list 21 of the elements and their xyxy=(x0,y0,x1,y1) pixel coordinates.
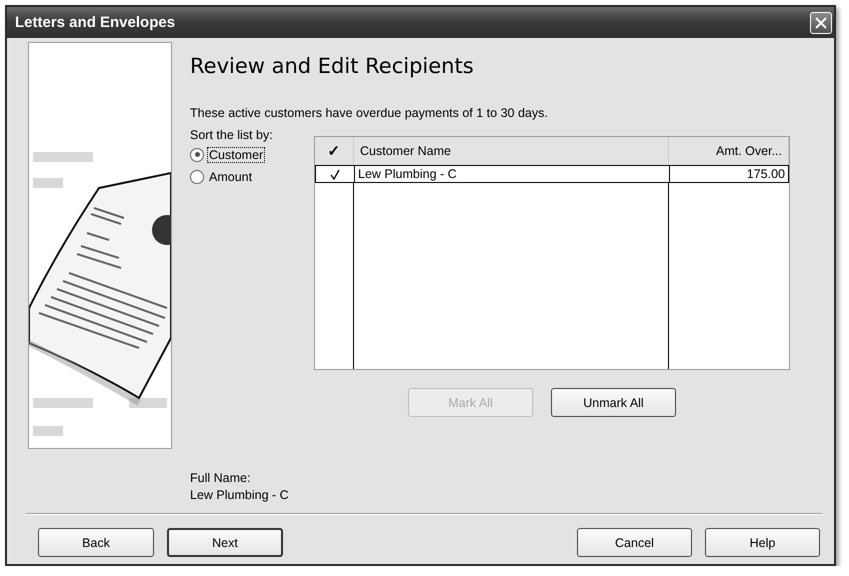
sort-radio[interactable]: Customer xyxy=(190,145,308,164)
column-header[interactable]: Amt. Over... xyxy=(669,137,789,165)
table-cell: 175.00 xyxy=(746,167,785,181)
description-text: These active customers have overdue payments of 1 to 30 days. xyxy=(190,106,549,120)
sort-radio[interactable]: Amount xyxy=(190,167,308,186)
full-name-value: Lew Plumbing - C xyxy=(190,487,290,504)
column-header[interactable]: ✓ xyxy=(315,137,354,165)
nav-button[interactable]: Next xyxy=(167,528,283,557)
page-heading: Review and Edit Recipients xyxy=(190,54,475,78)
action-button[interactable]: Cancel xyxy=(577,528,692,557)
action-button[interactable]: Help xyxy=(705,528,820,557)
close-icon xyxy=(815,16,827,28)
column-header[interactable]: Customer Name xyxy=(354,137,669,165)
full-name-label: Full Name: xyxy=(190,470,252,487)
nav-button[interactable]: Back xyxy=(38,528,154,557)
window-title: Letters and Envelopes xyxy=(15,14,176,31)
mark-button[interactable]: Unmark All xyxy=(551,388,676,417)
table-cell: Lew Plumbing - C xyxy=(358,167,457,181)
table-row[interactable]: Lew Plumbing - C 175.00 xyxy=(315,165,789,183)
sort-label: Sort the list by: xyxy=(190,128,274,142)
close-button[interactable] xyxy=(810,12,832,34)
